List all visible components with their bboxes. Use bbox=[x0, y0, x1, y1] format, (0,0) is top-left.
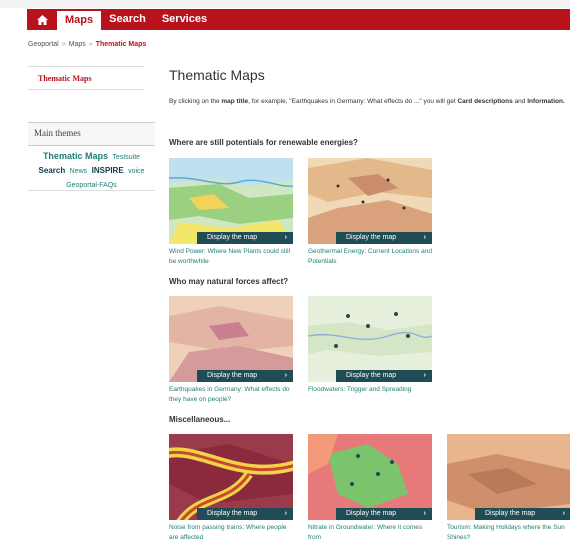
display-map-label: Display the map bbox=[346, 234, 397, 241]
map-caption-link[interactable]: Tourism: Making Holidays where the Sun S… bbox=[447, 523, 570, 543]
page-title: Thematic Maps bbox=[169, 67, 265, 83]
map-thumbnail[interactable]: Display the map › bbox=[169, 158, 293, 244]
intro-part: and bbox=[512, 98, 528, 105]
home-button[interactable] bbox=[27, 9, 57, 30]
display-map-button[interactable]: Display the map › bbox=[336, 508, 432, 520]
map-thumbnail[interactable]: Display the map › bbox=[447, 434, 570, 520]
display-map-label: Display the map bbox=[207, 510, 258, 517]
tag-geoportal-faqs[interactable]: Geoportal-FAQs bbox=[66, 182, 117, 189]
display-map-label: Display the map bbox=[346, 510, 397, 517]
section-title-miscellaneous: Miscellaneous... bbox=[169, 415, 231, 424]
tag-voice[interactable]: voice bbox=[128, 168, 144, 175]
map-thumbnail[interactable]: Display the map › bbox=[169, 434, 293, 520]
intro-bold: Information. bbox=[527, 98, 565, 105]
map-caption-link[interactable]: Wind Power: Where New Plants could still… bbox=[169, 247, 293, 267]
top-strip bbox=[0, 0, 570, 8]
breadcrumb-geoportal[interactable]: Geoportal bbox=[28, 41, 59, 48]
map-card-geothermal[interactable]: Display the map › Geothermal Energy: Curr… bbox=[308, 158, 432, 267]
tag-thematic-maps[interactable]: Thematic Maps bbox=[43, 151, 108, 161]
display-map-label: Display the map bbox=[485, 510, 536, 517]
map-card-tourism[interactable]: Display the map › Tourism: Making Holiday… bbox=[447, 434, 570, 543]
sidebar-item-thematic-maps[interactable]: Thematic Maps bbox=[28, 66, 144, 90]
map-caption-link[interactable]: Geothermal Energy: Current Locations and… bbox=[308, 247, 432, 267]
nav-search[interactable]: Search bbox=[101, 9, 154, 30]
chevron-right-icon: › bbox=[423, 510, 426, 517]
main-themes-header: Main themes bbox=[28, 122, 155, 146]
display-map-button[interactable]: Display the map › bbox=[475, 508, 570, 520]
sidebar-divider bbox=[28, 190, 155, 191]
map-card-train-noise[interactable]: Display the map › Noise from passing trai… bbox=[169, 434, 293, 543]
display-map-label: Display the map bbox=[346, 372, 397, 379]
map-caption-link[interactable]: Floodwaters: Trigger and Spreading bbox=[308, 385, 432, 395]
sidebar-item-label: Thematic Maps bbox=[38, 74, 92, 83]
main-navigation: Maps Search Services bbox=[27, 9, 570, 30]
intro-part: , for example, "Earthquakes in Germany: … bbox=[248, 98, 458, 105]
tag-testsuite[interactable]: Testsuite bbox=[112, 154, 140, 161]
breadcrumb: Geoportal» Maps» Thematic Maps bbox=[28, 41, 146, 48]
map-thumbnail[interactable]: Display the map › bbox=[308, 296, 432, 382]
breadcrumb-separator: » bbox=[88, 41, 93, 48]
tag-cloud: Thematic Maps Testsuite Search News INSP… bbox=[28, 149, 155, 191]
display-map-label: Display the map bbox=[207, 372, 258, 379]
chevron-right-icon: › bbox=[284, 372, 287, 379]
chevron-right-icon: › bbox=[423, 372, 426, 379]
map-card-nitrate[interactable]: Display the map › Nitrate in Groundwater:… bbox=[308, 434, 432, 543]
home-icon bbox=[36, 14, 48, 25]
map-caption-link[interactable]: Nitrate in Groundwater: Where it comes f… bbox=[308, 523, 432, 543]
intro-bold: map title bbox=[221, 98, 249, 105]
display-map-button[interactable]: Display the map › bbox=[336, 370, 432, 382]
main-themes-title: Main themes bbox=[34, 128, 81, 138]
main-themes-box: Main themes Thematic Maps Testsuite Sear… bbox=[28, 122, 155, 192]
display-map-button[interactable]: Display the map › bbox=[197, 370, 293, 382]
map-card-floodwaters[interactable]: Display the map › Floodwaters: Trigger an… bbox=[308, 296, 432, 395]
nav-maps[interactable]: Maps bbox=[57, 11, 102, 30]
map-card-earthquakes[interactable]: Display the map › Earthquakes in Germany:… bbox=[169, 296, 293, 405]
map-thumbnail[interactable]: Display the map › bbox=[169, 296, 293, 382]
map-card-wind-power[interactable]: Display the map › Wind Power: Where New P… bbox=[169, 158, 293, 267]
display-map-button[interactable]: Display the map › bbox=[197, 508, 293, 520]
map-thumbnail[interactable]: Display the map › bbox=[308, 434, 432, 520]
tag-inspire[interactable]: INSPIRE bbox=[92, 166, 124, 175]
map-caption-link[interactable]: Noise from passing trains: Where people … bbox=[169, 523, 293, 543]
map-caption-link[interactable]: Earthquakes in Germany: What effects do … bbox=[169, 385, 293, 405]
chevron-right-icon: › bbox=[423, 234, 426, 241]
intro-part: By clicking on the bbox=[169, 98, 222, 105]
section-title-renewable: Where are still potentials for renewable… bbox=[169, 138, 358, 147]
breadcrumb-current: Thematic Maps bbox=[95, 41, 147, 48]
display-map-button[interactable]: Display the map › bbox=[336, 232, 432, 244]
display-map-button[interactable]: Display the map › bbox=[197, 232, 293, 244]
display-map-label: Display the map bbox=[207, 234, 258, 241]
section-title-natural-forces: Who may natural forces affect? bbox=[169, 277, 289, 286]
intro-text: By clicking on the map title, for exampl… bbox=[169, 96, 569, 108]
map-thumbnail[interactable]: Display the map › bbox=[308, 158, 432, 244]
breadcrumb-maps[interactable]: Maps bbox=[69, 41, 86, 48]
tag-news[interactable]: News bbox=[70, 168, 88, 175]
intro-bold: Card descriptions bbox=[457, 98, 513, 105]
breadcrumb-separator: » bbox=[61, 41, 66, 48]
chevron-right-icon: › bbox=[284, 234, 287, 241]
chevron-right-icon: › bbox=[562, 510, 565, 517]
tag-search[interactable]: Search bbox=[39, 166, 66, 175]
nav-services[interactable]: Services bbox=[154, 9, 215, 30]
chevron-right-icon: › bbox=[284, 510, 287, 517]
